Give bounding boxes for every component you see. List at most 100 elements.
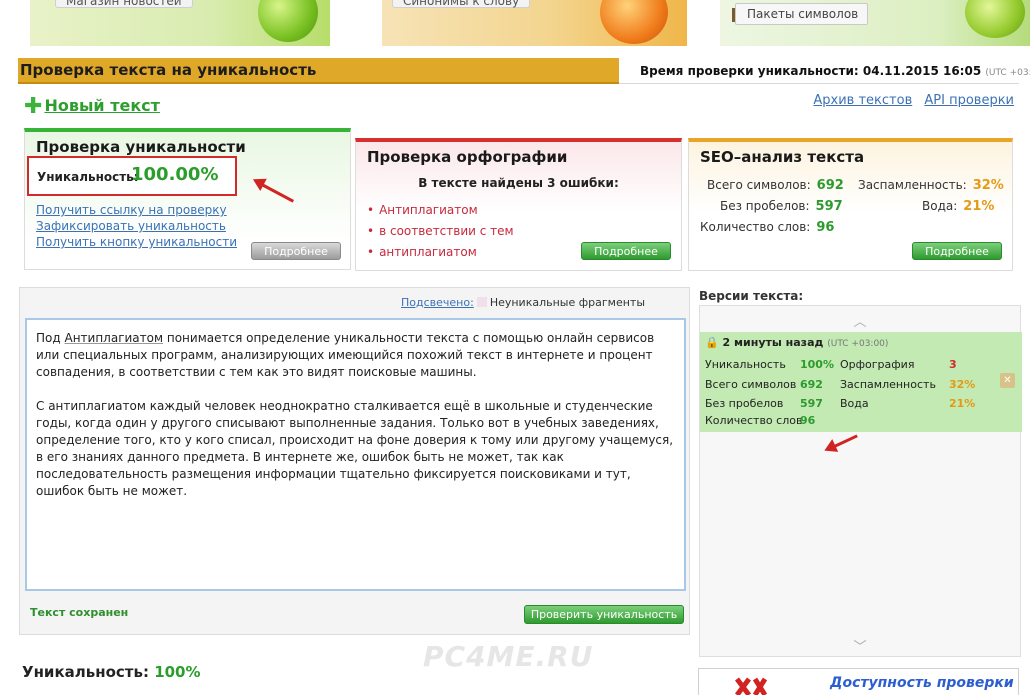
seo-nospace-value: 597 bbox=[815, 199, 843, 214]
access-banner[interactable]: Доступность проверки bbox=[698, 668, 1019, 695]
check-date-tz: (UTC +03:00) bbox=[985, 68, 1030, 78]
seo-words-label: Количество слов: bbox=[700, 220, 811, 234]
version-spam-row: Заспамленность 32% bbox=[840, 378, 980, 391]
page-title-bar: Проверка текста на уникальность bbox=[18, 58, 619, 84]
bottom-uniqueness: Уникальность: 100% bbox=[22, 663, 201, 681]
chevron-down-icon[interactable]: ﹀ bbox=[700, 636, 1020, 655]
version-spell-row: Орфография 3 bbox=[840, 358, 980, 371]
check-date-text: Время проверки уникальности: 04.11.2015 … bbox=[640, 64, 982, 78]
para1-start: Под bbox=[36, 331, 65, 345]
seo-nospace-label: Без пробелов: bbox=[720, 199, 810, 213]
highlight-link[interactable]: Подсвечено: bbox=[401, 296, 474, 309]
spelling-error-item[interactable]: антиплагиатом bbox=[367, 242, 514, 263]
watermark: PC4ME.RU bbox=[423, 640, 594, 673]
version-water-row: Вода 21% bbox=[840, 397, 980, 410]
uniqueness-label: Уникальность: bbox=[37, 170, 139, 184]
banner-tab-synonyms[interactable]: Синонимы к слову bbox=[392, 0, 531, 8]
highlight-legend: Подсвечено: Неуникальные фрагменты bbox=[401, 296, 645, 309]
divider bbox=[619, 83, 1019, 84]
version-time-tz: (UTC +03:00) bbox=[827, 339, 889, 349]
lock-icon: 🔒 bbox=[705, 336, 719, 349]
uniqueness-more-button[interactable]: Подробнее bbox=[251, 242, 341, 260]
version-words-value: 96 bbox=[800, 414, 816, 427]
version-delete-icon[interactable]: ✕ bbox=[1000, 373, 1015, 388]
version-words-row: Количество слов 96 bbox=[705, 414, 835, 427]
seo-water-value: 21% bbox=[963, 199, 995, 214]
version-spell-value: 3 bbox=[949, 358, 957, 371]
saved-status: Текст сохранен bbox=[30, 606, 129, 619]
get-link-link[interactable]: Получить ссылку на проверку bbox=[36, 202, 237, 218]
version-nospace-value: 597 bbox=[800, 397, 823, 410]
version-uniq-label: Уникальность bbox=[705, 358, 786, 371]
uniqueness-panel: Проверка уникальности Уникальность: 100.… bbox=[24, 128, 351, 270]
text-paragraph-2: С антиплагиатом каждый человек неоднокра… bbox=[36, 399, 674, 498]
access-text: Доступность проверки bbox=[830, 675, 1014, 691]
seo-spam-row: Заспамленность: 32% bbox=[858, 178, 1004, 193]
seo-total-value: 692 bbox=[816, 178, 844, 193]
seo-water-label: Вода: bbox=[922, 199, 958, 213]
seo-spam-label: Заспамленность: bbox=[858, 178, 967, 192]
seo-words-value: 96 bbox=[816, 220, 835, 235]
nonunique-swatch-icon bbox=[476, 297, 487, 307]
version-nospace-row: Без пробелов 597 bbox=[705, 397, 835, 410]
plus-icon: ✚ bbox=[24, 94, 43, 119]
uniqueness-value: 100.00% bbox=[131, 164, 219, 185]
version-time: 🔒 2 минуты назад (UTC +03:00) bbox=[705, 336, 888, 349]
spelling-error-item[interactable]: в соответствии с тем bbox=[367, 221, 514, 242]
version-uniq-value: 100% bbox=[800, 358, 834, 371]
page-title: Проверка текста на уникальность bbox=[20, 61, 317, 79]
spelling-error-item[interactable]: Антиплагиатом bbox=[367, 200, 514, 221]
version-water-label: Вода bbox=[840, 397, 869, 410]
highlight-legend-label: Неуникальные фрагменты bbox=[489, 296, 645, 309]
version-time-text: 2 минуты назад bbox=[722, 336, 824, 349]
archive-link[interactable]: Архив текстов bbox=[813, 93, 912, 108]
version-words-label: Количество слов bbox=[705, 414, 803, 427]
spelling-more-button[interactable]: Подробнее bbox=[581, 242, 671, 260]
uniqueness-links: Получить ссылку на проверку Зафиксироват… bbox=[36, 202, 237, 250]
fix-uniqueness-link[interactable]: Зафиксировать уникальность bbox=[36, 218, 237, 234]
spelling-summary: В тексте найдены 3 ошибки: bbox=[418, 176, 619, 190]
version-spam-value: 32% bbox=[949, 378, 976, 391]
versions-panel: ︿ 🔒 2 минуты назад (UTC +03:00) Уникальн… bbox=[699, 305, 1022, 657]
new-text-label: Новый текст bbox=[44, 96, 160, 115]
seo-spam-value: 32% bbox=[972, 178, 1004, 193]
spelling-panel-title: Проверка орфографии bbox=[367, 148, 568, 166]
version-water-value: 21% bbox=[949, 397, 976, 410]
version-uniq-row: Уникальность 100% bbox=[705, 358, 835, 371]
uniqueness-highlight-box: Уникальность: 100.00% bbox=[27, 156, 237, 196]
get-button-link[interactable]: Получить кнопку уникальности bbox=[36, 234, 237, 250]
version-spam-label: Заспамленность bbox=[840, 378, 936, 391]
seo-nospace-row: Без пробелов: 597 bbox=[720, 199, 843, 214]
check-logo-icon bbox=[735, 677, 767, 695]
version-spell-label: Орфография bbox=[840, 358, 915, 371]
seo-panel: SEO–анализ текста Всего символов: 692 Без… bbox=[688, 138, 1013, 271]
uniqueness-panel-title: Проверка уникальности bbox=[36, 138, 246, 156]
version-nospace-label: Без пробелов bbox=[705, 397, 784, 410]
seo-panel-title: SEO–анализ текста bbox=[700, 148, 865, 166]
version-total-label: Всего символов bbox=[705, 378, 797, 391]
red-arrow-icon bbox=[829, 434, 858, 450]
text-paragraph-1: Под Антиплагиатом понимается определение… bbox=[36, 330, 675, 381]
text-input[interactable]: Под Антиплагиатом понимается определение… bbox=[25, 318, 686, 591]
version-total-row: Всего символов 692 bbox=[705, 378, 835, 391]
spelling-errors-list: Антиплагиатом в соответствии с тем антип… bbox=[367, 200, 514, 263]
seo-total-label: Всего символов: bbox=[707, 178, 811, 192]
check-date: Время проверки уникальности: 04.11.2015 … bbox=[640, 64, 1030, 78]
spelling-panel: Проверка орфографии В тексте найдены 3 о… bbox=[355, 138, 682, 271]
banner-tab-news[interactable]: Магазин новостей bbox=[55, 0, 193, 8]
para1-error-word: Антиплагиатом bbox=[64, 331, 164, 345]
chevron-up-icon[interactable]: ︿ bbox=[700, 311, 1020, 330]
bottom-uniqueness-value: 100% bbox=[154, 663, 201, 681]
check-uniqueness-button[interactable]: Проверить уникальность bbox=[524, 605, 684, 624]
top-banner: Магазин новостей Синонимы к слову Пакеты… bbox=[0, 0, 1030, 50]
seo-more-button[interactable]: Подробнее bbox=[912, 242, 1002, 260]
top-links: Архив текстов API проверки bbox=[805, 93, 1014, 108]
bottom-uniqueness-label: Уникальность: bbox=[22, 663, 149, 681]
version-item[interactable]: 🔒 2 минуты назад (UTC +03:00) Уникальнос… bbox=[700, 332, 1022, 432]
new-text-link[interactable]: ✚ Новый текст bbox=[24, 94, 160, 119]
symbol-packs-link[interactable]: Пакеты символов bbox=[732, 3, 868, 25]
version-total-value: 692 bbox=[800, 378, 823, 391]
versions-title: Версии текста: bbox=[699, 289, 804, 303]
api-link[interactable]: API проверки bbox=[924, 93, 1014, 108]
seo-words-row: Количество слов: 96 bbox=[700, 220, 834, 235]
